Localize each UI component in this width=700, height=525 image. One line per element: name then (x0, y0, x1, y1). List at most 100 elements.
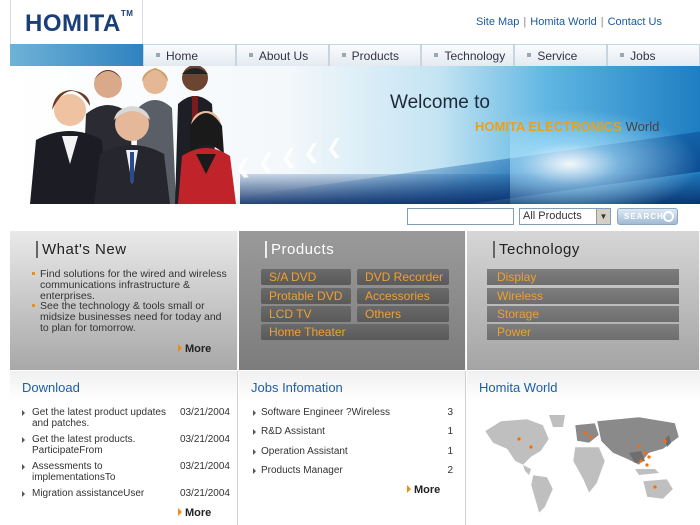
bullet-icon (527, 53, 532, 57)
download-text: Assessments to implementationsTo (32, 461, 116, 483)
tech-display[interactable]: Display (487, 269, 679, 285)
tab-label: Home (166, 49, 199, 63)
jobs-panel: Jobs Infomation Software Engineer ?Wirel… (239, 371, 466, 525)
tech-power[interactable]: Power (487, 324, 679, 340)
arrow-right-icon (253, 468, 256, 474)
logo-text: HOMITA (25, 10, 121, 37)
brand-name: HOMITA ELECTRONICS (475, 119, 622, 134)
tab-label: Products (351, 49, 400, 63)
bullet-icon (620, 53, 625, 57)
chevron-down-icon[interactable]: ▼ (596, 209, 610, 224)
download-date: 03/21/2004 (179, 488, 230, 499)
search-icon (663, 211, 674, 222)
tech-storage[interactable]: Storage (487, 306, 679, 322)
tab-products[interactable]: Products (328, 44, 422, 66)
brand-world: World (625, 119, 660, 134)
homita-world-title: Homita World (479, 380, 558, 395)
bullet-icon (156, 53, 160, 57)
product-accessories[interactable]: Accessories (357, 288, 449, 304)
top-links: Site Map | Homita World | Contact Us (476, 16, 662, 28)
contact-us-link[interactable]: Contact Us (608, 16, 662, 28)
hero-banner: ❮❮❮❮❮ Welcome to HOMITA ELECTRONICS World (10, 44, 700, 204)
download-text: Get the latest products. ParticipateFrom (32, 434, 136, 456)
whats-new-more-link[interactable]: More (178, 343, 211, 355)
link-separator: | (523, 16, 527, 28)
product-sa-dvd[interactable]: S/A DVD (261, 269, 351, 285)
search-input[interactable] (407, 208, 514, 225)
tab-label: Service (537, 49, 578, 63)
logo[interactable]: HOMITATM (10, 0, 143, 44)
job-count: 2 (447, 465, 453, 476)
tab-technology[interactable]: Technology (421, 44, 515, 66)
whats-new-panel: What's New Find solutions for the wired … (10, 231, 238, 370)
arrow-right-icon (407, 485, 411, 493)
homita-world-panel: Homita World (467, 371, 700, 525)
site-map-link[interactable]: Site Map (476, 16, 519, 28)
tab-jobs[interactable]: Jobs (607, 44, 700, 66)
search-bar: All Products ▼ SEARCH (10, 204, 700, 230)
link-separator: | (600, 16, 604, 28)
select-value: All Products (523, 210, 582, 222)
product-category-select[interactable]: All Products ▼ (519, 208, 611, 225)
products-panel: Products S/A DVD DVD Recorder Protable D… (239, 231, 466, 370)
news-item[interactable]: See the technology & tools small or mids… (30, 301, 230, 334)
arrow-right-icon (178, 508, 182, 516)
more-label: More (185, 343, 212, 355)
bullet-icon (248, 53, 253, 57)
bullet-icon (341, 53, 346, 57)
brand-tagline: HOMITA ELECTRONICS World (475, 119, 659, 134)
download-more-link[interactable]: More (178, 507, 211, 519)
job-title: Operation Assistant (261, 446, 348, 457)
tab-service[interactable]: Service (514, 44, 608, 66)
jobs-more-link[interactable]: More (407, 484, 440, 496)
arrow-right-icon (22, 464, 25, 470)
arrow-right-icon (22, 491, 25, 497)
download-date: 03/21/2004 (179, 434, 230, 445)
technology-panel: Technology Display Wireless Storage Powe… (467, 231, 700, 370)
tab-label: Jobs (630, 49, 656, 63)
product-dvd-recorder[interactable]: DVD Recorder (357, 269, 449, 285)
download-title: Download (22, 380, 80, 395)
tab-about-us[interactable]: About Us (235, 44, 329, 66)
news-item[interactable]: Find solutions for the wired and wireles… (30, 269, 230, 302)
download-text: Migration assistanceUser (32, 488, 145, 499)
arrow-right-icon (253, 429, 256, 435)
download-text: Get the latest product updates and patch… (32, 407, 166, 429)
welcome-heading: Welcome to (390, 92, 490, 113)
arrow-right-icon (22, 437, 25, 443)
product-portable-dvd[interactable]: Protable DVD (261, 288, 351, 304)
arrow-right-icon (22, 410, 25, 416)
download-date: 03/21/2004 (179, 461, 230, 472)
tab-label: About Us (258, 49, 309, 63)
news-text: Find solutions for the wired and wireles… (40, 268, 227, 302)
world-map[interactable] (479, 409, 689, 519)
product-others[interactable]: Others (357, 306, 449, 322)
homita-world-link[interactable]: Homita World (530, 16, 596, 28)
job-count: 3 (447, 407, 453, 418)
download-panel: Download Get the latest product updates … (10, 371, 238, 525)
technology-title: Technology (493, 241, 580, 258)
bullet-icon (32, 304, 35, 307)
logo-trademark: TM (120, 9, 134, 18)
jobs-title: Jobs Infomation (251, 380, 343, 395)
bullet-icon (434, 53, 439, 57)
job-count: 1 (447, 446, 453, 457)
job-title: Products Manager (261, 465, 343, 476)
arrow-right-icon (253, 410, 256, 416)
tab-label: Technology (444, 49, 506, 63)
tab-home[interactable]: Home (143, 44, 236, 66)
bullet-icon (32, 272, 35, 275)
more-label: More (185, 507, 212, 519)
search-button[interactable]: SEARCH (617, 208, 678, 225)
product-home-theater[interactable]: Home Theater (261, 324, 449, 340)
product-lcd-tv[interactable]: LCD TV (261, 306, 351, 322)
whats-new-title: What's New (36, 241, 127, 258)
products-title: Products (265, 241, 334, 258)
job-count: 1 (447, 426, 453, 437)
search-button-label: SEARCH (624, 212, 664, 221)
tech-wireless[interactable]: Wireless (487, 288, 679, 304)
news-text: See the technology & tools small or mids… (40, 300, 222, 334)
job-title: Software Engineer ?Wireless (261, 407, 390, 418)
main-nav: Home About Us Products Technology Servic… (143, 44, 700, 66)
arrow-right-icon (253, 449, 256, 455)
